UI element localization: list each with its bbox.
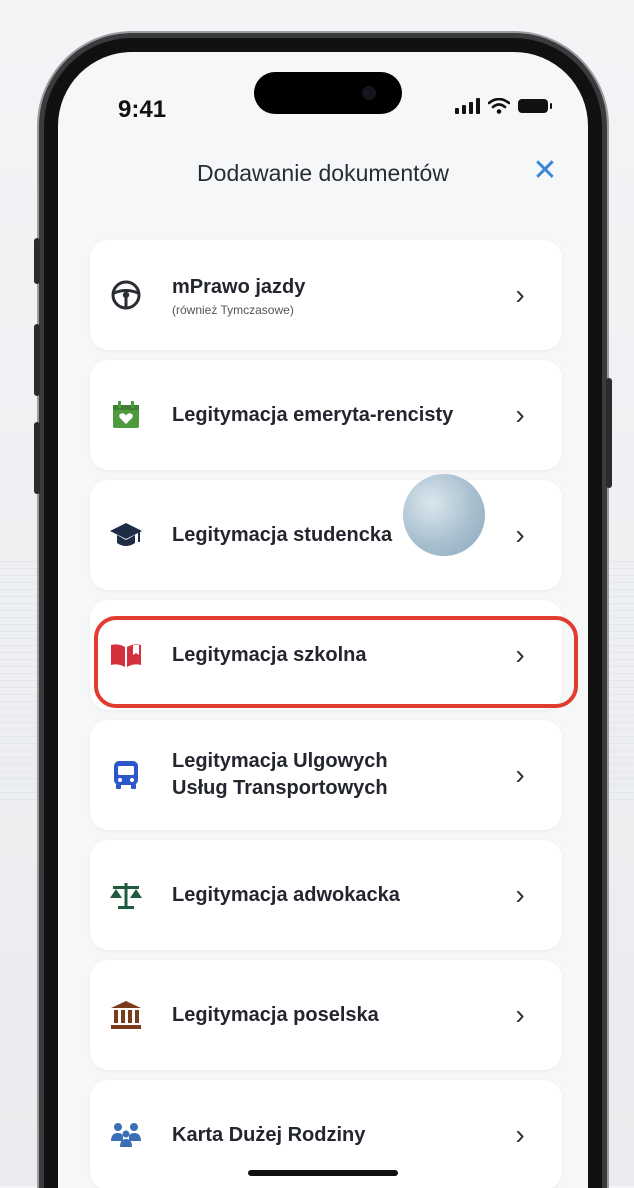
parliament-building-icon — [106, 995, 146, 1035]
action-button — [34, 238, 40, 284]
family-icon — [106, 1115, 146, 1155]
calendar-heart-icon — [106, 395, 146, 435]
camera-icon — [362, 86, 376, 100]
phone-frame: 9:41 Dodawanie dokumentów ✕ mPrawo jazdy… — [34, 38, 612, 1188]
document-label-line-2: Usług Transportowych — [172, 777, 388, 799]
document-label-line-1: Legitymacja Ulgowych — [172, 750, 388, 772]
touch-indicator — [403, 474, 485, 556]
chevron-right-icon: › — [515, 879, 525, 910]
open-book-icon — [106, 635, 146, 675]
power-button — [606, 378, 612, 488]
document-label: Legitymacja szkolna — [172, 643, 367, 666]
dynamic-island — [254, 72, 402, 114]
volume-up-button — [34, 324, 40, 396]
chevron-right-icon: › — [515, 519, 525, 550]
document-item-legitymacja-emeryta-rencisty[interactable]: Legitymacja emeryta-rencisty › — [90, 360, 562, 470]
document-sublabel: (również Tymczasowe) — [172, 302, 294, 317]
battery-icon — [518, 99, 552, 113]
document-label: Legitymacja poselska — [172, 1003, 379, 1026]
status-icons — [455, 98, 552, 114]
document-label: Karta Dużej Rodziny — [172, 1123, 366, 1146]
chevron-right-icon: › — [515, 1119, 525, 1150]
document-item-legitymacja-studencka[interactable]: Legitymacja studencka › — [90, 480, 562, 590]
chevron-right-icon: › — [515, 999, 525, 1030]
steering-wheel-icon — [106, 275, 146, 315]
graduation-cap-icon — [106, 515, 146, 555]
volume-down-button — [34, 422, 40, 494]
chevron-right-icon: › — [515, 759, 525, 790]
document-item-mprawo-jazdy[interactable]: mPrawo jazdy (również Tymczasowe) › — [90, 240, 562, 350]
chevron-right-icon: › — [515, 399, 525, 430]
home-indicator[interactable] — [248, 1170, 398, 1176]
document-label: Legitymacja adwokacka — [172, 883, 400, 906]
close-button[interactable]: ✕ — [526, 152, 564, 190]
wifi-icon — [488, 98, 510, 114]
page-title: Dodawanie dokumentów — [197, 160, 449, 186]
document-label: Legitymacja emeryta-rencisty — [172, 403, 454, 426]
document-item-legitymacja-poselska[interactable]: Legitymacja poselska › — [90, 960, 562, 1070]
chevron-right-icon: › — [515, 639, 525, 670]
status-time: 9:41 — [118, 96, 167, 123]
document-item-legitymacja-szkolna[interactable]: Legitymacja szkolna › — [90, 600, 562, 710]
chevron-right-icon: › — [515, 279, 525, 310]
document-item-legitymacja-adwokacka[interactable]: Legitymacja adwokacka › — [90, 840, 562, 950]
app-screen: 9:41 Dodawanie dokumentów ✕ mPrawo jazdy… — [58, 52, 588, 1188]
document-label: mPrawo jazdy — [172, 275, 306, 298]
document-item-legitymacja-ulgowych-uslug-transportowych[interactable]: Legitymacja Ulgowych Usług Transportowyc… — [90, 720, 562, 830]
cellular-signal-icon — [455, 98, 480, 114]
scales-icon — [106, 875, 146, 915]
bus-icon — [106, 755, 146, 795]
